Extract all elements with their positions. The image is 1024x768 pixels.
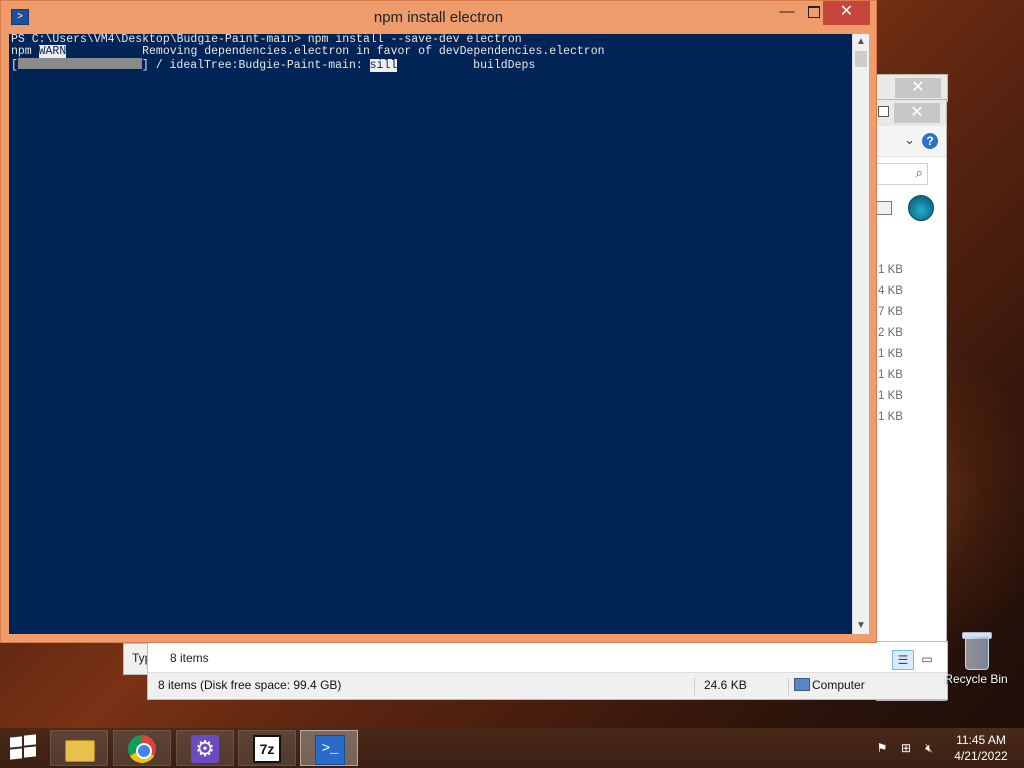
volume-muted-icon[interactable]: 🔇︎ [922,741,936,755]
scroll-up-arrow-icon[interactable]: ▲ [853,34,869,50]
powershell-titlebar[interactable]: > npm install electron — ✕ [1,1,876,33]
network-icon[interactable]: ⊞ [899,741,913,755]
status-location: Computer [812,678,865,692]
details-view-button[interactable]: ☰ [892,650,914,670]
chrome-icon [128,735,156,763]
explorer-close-button[interactable]: ✕ [894,103,940,123]
explorer-tools [876,191,946,227]
explorer-window-bottom: 8 items ☰ ▭ 8 items (Disk free space: 99… [147,641,948,700]
7zip-icon: 7z [253,735,281,763]
file-size: 1 KB [878,369,903,381]
items-count-label: 8 items [170,651,209,665]
file-size: 4 KB [878,285,903,297]
windows-logo-icon [24,734,36,746]
explorer-status-bar: 8 items (Disk free space: 99.4 GB) 24.6 … [148,672,947,699]
explorer-titlebar[interactable]: ✕ [876,100,946,126]
explorer-search-row: ⌕ [876,157,946,191]
explorer-window: ✕ ⌄ ? ⌕ 1 KB 4 KB 7 KB 2 KB 1 KB 1 KB 1 … [876,99,947,701]
start-button[interactable] [10,734,36,760]
progress-bar [17,58,142,69]
shell-app-icon[interactable] [908,195,934,221]
recycle-bin-label: Recycle Bin [944,672,1008,686]
window-title: npm install electron [373,9,504,26]
console-scrollbar[interactable]: ▲ ▼ [852,34,869,634]
file-size: 1 KB [878,264,903,276]
console-output[interactable]: PS C:\Users\VM4\Desktop\Budgie-Paint-mai… [9,34,852,634]
large-icons-view-icon: ▭ [921,652,933,666]
progress-text: ] / idealTree:Budgie-Paint-main: [141,59,370,72]
taskbar-file-explorer[interactable] [50,730,108,766]
view-options-icon[interactable] [876,201,892,215]
console-line-warning: npm WARN Removing dependencies.electron … [9,45,852,58]
help-icon[interactable]: ? [922,133,938,149]
powershell-window: > npm install electron — ✕ PS C:\Users\V… [0,0,877,643]
windows-logo-icon [10,748,22,760]
recycle-bin-icon [961,630,992,670]
warn-badge: WARN [38,45,67,58]
bin-body [965,636,989,670]
explorer-ribbon: ⌄ ? [876,126,946,157]
file-size: 2 KB [878,327,903,339]
file-size: 7 KB [878,306,903,318]
scroll-down-arrow-icon[interactable]: ▼ [853,618,869,634]
windows-logo-icon [10,736,22,748]
minimize-button[interactable]: — [772,1,802,25]
log-level-badge: sill [369,59,398,72]
progress-stage: buildDeps [397,59,536,72]
recycle-bin-shortcut[interactable]: Recycle Bin [944,630,1008,686]
taskbar: ⚙ 7z >_ ⚑ ⊞ 🔇︎ 11:45 AM 4/21/2022 [0,728,1024,768]
scroll-thumb[interactable] [855,51,867,67]
taskbar-chrome[interactable] [113,730,171,766]
gear-icon: ⚙ [191,735,219,763]
window-icon [878,106,889,117]
taskbar-powershell[interactable]: >_ [300,730,358,766]
clock-date: 4/21/2022 [954,749,1008,763]
file-size-column: 1 KB 4 KB 7 KB 2 KB 1 KB 1 KB 1 KB 1 KB [878,260,903,428]
file-size: 1 KB [878,390,903,402]
details-view-icon: ☰ [897,653,909,667]
file-size: 1 KB [878,348,903,360]
progress-open-bracket: [ [11,59,18,72]
computer-icon [794,678,810,691]
search-input[interactable]: ⌕ [876,163,928,185]
npm-prefix: npm [11,45,39,58]
status-selection-size: 24.6 KB [704,678,747,692]
maximize-icon [808,6,820,19]
powershell-icon: >_ [315,735,345,765]
status-divider [788,677,789,695]
status-divider [694,677,695,695]
background-window-close-button[interactable]: ✕ [895,78,941,98]
status-disk-space: 8 items (Disk free space: 99.4 GB) [158,678,342,692]
console-line-progress: [ ] / idealTree:Budgie-Paint-main: sill b… [9,58,852,72]
warning-message: Removing dependencies.electron in favor … [66,45,605,58]
close-button[interactable]: ✕ [823,1,870,25]
system-clock[interactable]: 11:45 AM 4/21/2022 [946,732,1016,764]
action-center-flag-icon[interactable]: ⚑ [875,741,889,755]
file-size: 1 KB [878,411,903,423]
background-window-titlebar[interactable]: ✕ [876,74,948,102]
taskbar-settings[interactable]: ⚙ [176,730,234,766]
windows-logo-icon [24,746,36,758]
search-icon[interactable]: ⌕ [916,165,923,181]
folder-icon [65,740,95,762]
clock-time: 11:45 AM [956,733,1006,747]
ribbon-expand-chevron-icon[interactable]: ⌄ [904,132,915,148]
taskbar-7zip[interactable]: 7z [238,730,296,766]
large-icons-view-button[interactable]: ▭ [918,650,936,668]
